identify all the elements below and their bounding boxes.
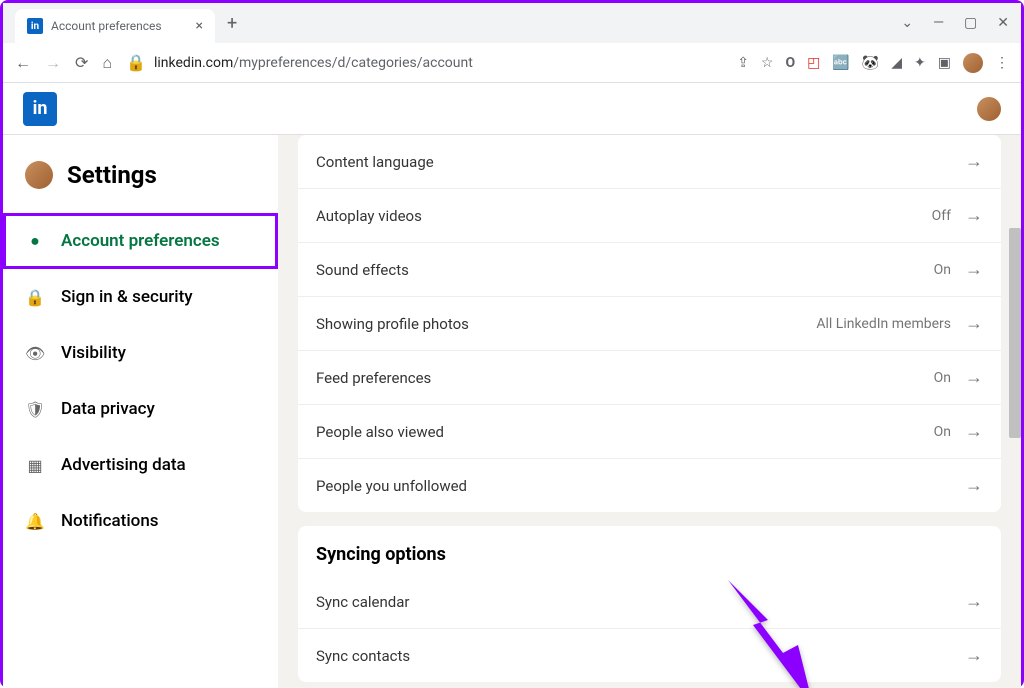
sidebar-item-visibility[interactable]: 👁 Visibility	[3, 325, 278, 381]
linkedin-header: in	[3, 83, 1021, 135]
extension-telegram-icon[interactable]: ◢	[891, 55, 902, 71]
row-value: On	[934, 262, 951, 278]
extension-panda-icon[interactable]: 🐼	[862, 55, 879, 71]
setting-row-content-language[interactable]: Content language →	[298, 135, 1001, 189]
row-label: Feed preferences	[316, 369, 431, 387]
setting-row-feed-preferences[interactable]: Feed preferences On →	[298, 351, 1001, 405]
settings-card: Syncing optionsSync calendar→Sync contac…	[298, 526, 1001, 682]
chevron-right-icon: →	[965, 313, 983, 334]
row-label: Showing profile photos	[316, 315, 469, 333]
row-value: On	[934, 424, 951, 440]
sidebar-icon: 🛡	[25, 400, 45, 419]
sidebar-icon: 👁	[25, 344, 45, 363]
sidebar-icon: ●	[25, 231, 45, 251]
new-tab-button[interactable]: +	[227, 13, 237, 34]
scrollbar[interactable]	[1009, 228, 1021, 438]
close-tab-icon[interactable]: ×	[196, 18, 203, 34]
setting-row-sync-calendar[interactable]: Sync calendar →	[298, 575, 1001, 629]
sidebar-icon: ▦	[25, 456, 45, 475]
minimize-icon[interactable]: —	[933, 15, 944, 31]
section-title: Syncing options	[298, 526, 1001, 575]
setting-row-sync-contacts[interactable]: Sync contacts →	[298, 629, 1001, 682]
browser-tab-bar: in Account preferences × + ⌄ — ▢ ✕	[3, 3, 1021, 43]
row-value: On	[934, 370, 951, 386]
sidebar-item-sign-in-security[interactable]: 🔒 Sign in & security	[3, 269, 278, 325]
back-icon[interactable]: ←	[15, 53, 31, 73]
chevron-right-icon: →	[965, 475, 983, 496]
extension-translate-icon[interactable]: 🔤	[832, 55, 849, 71]
chevron-right-icon: →	[965, 259, 983, 280]
settings-avatar	[25, 161, 53, 189]
row-label: Content language	[316, 153, 434, 171]
sidebar-label: Data privacy	[61, 399, 155, 419]
settings-sidebar: Settings ● Account preferences 🔒 Sign in & …	[3, 135, 278, 688]
sidebar-label: Advertising data	[61, 455, 186, 475]
row-label: Sync contacts	[316, 647, 410, 665]
url-text: linkedin.com/mypreferences/d/categories/…	[154, 55, 473, 71]
sidebar-label: Notifications	[61, 511, 159, 531]
chevron-right-icon: →	[965, 367, 983, 388]
setting-row-people-you-unfollowed[interactable]: People you unfollowed →	[298, 459, 1001, 512]
chevron-down-icon[interactable]: ⌄	[901, 15, 913, 31]
tab-favicon: in	[27, 18, 43, 34]
kebab-menu-icon[interactable]: ⋮	[995, 55, 1009, 71]
settings-card: Content language→Autoplay videosOff→Soun…	[298, 135, 1001, 512]
sidebar-label: Account preferences	[61, 231, 220, 251]
chevron-right-icon: →	[965, 421, 983, 442]
chevron-right-icon: →	[965, 205, 983, 226]
sidebar-label: Sign in & security	[61, 287, 193, 307]
chevron-right-icon: →	[965, 645, 983, 666]
home-icon[interactable]: ⌂	[102, 53, 112, 73]
lock-icon: 🔒	[126, 53, 146, 72]
sidebar-item-data-privacy[interactable]: 🛡 Data privacy	[3, 381, 278, 437]
window-controls: ⌄ — ▢ ✕	[901, 3, 1009, 43]
setting-row-autoplay-videos[interactable]: Autoplay videos Off →	[298, 189, 1001, 243]
sidebar-item-notifications[interactable]: 🔔 Notifications	[3, 493, 278, 549]
address-bar[interactable]: 🔒 linkedin.com/mypreferences/d/categorie…	[126, 53, 723, 72]
reload-icon[interactable]: ⟳	[75, 53, 88, 72]
setting-row-showing-profile-photos[interactable]: Showing profile photos All LinkedIn membe…	[298, 297, 1001, 351]
tab-title: Account preferences	[51, 19, 188, 33]
share-icon[interactable]: ⇪	[737, 55, 749, 71]
close-window-icon[interactable]: ✕	[997, 15, 1009, 31]
browser-toolbar: ← → ⟳ ⌂ 🔒 linkedin.com/mypreferences/d/c…	[3, 43, 1021, 83]
row-label: Autoplay videos	[316, 207, 422, 225]
sidebar-icon: 🔔	[25, 512, 45, 531]
maximize-icon[interactable]: ▢	[964, 15, 977, 31]
settings-title: Settings	[67, 161, 157, 189]
sidebar-item-account-preferences[interactable]: ● Account preferences	[3, 213, 278, 269]
chevron-right-icon: →	[965, 591, 983, 612]
main-layout: Settings ● Account preferences 🔒 Sign in & …	[3, 135, 1021, 688]
setting-row-people-also-viewed[interactable]: People also viewed On →	[298, 405, 1001, 459]
star-icon[interactable]: ☆	[761, 55, 774, 71]
user-avatar[interactable]	[977, 97, 1001, 121]
row-value: Off	[932, 208, 951, 224]
browser-tab[interactable]: in Account preferences ×	[15, 9, 215, 43]
setting-row-sound-effects[interactable]: Sound effects On →	[298, 243, 1001, 297]
extensions-puzzle-icon[interactable]: ✦	[914, 55, 926, 71]
sidebar-icon: 🔒	[25, 288, 45, 307]
row-label: People also viewed	[316, 423, 444, 441]
row-label: People you unfollowed	[316, 477, 467, 495]
row-value: All LinkedIn members	[816, 316, 951, 332]
linkedin-logo[interactable]: in	[23, 92, 57, 126]
extension-icons: ⇪ ☆ O ◰ 🔤 🐼 ◢ ✦ ▣ ⋮	[737, 53, 1009, 73]
settings-content: Content language→Autoplay videosOff→Soun…	[278, 135, 1021, 688]
page-content: in Settings ● Account preferences 🔒 Sign in…	[3, 83, 1021, 688]
sidebar-item-advertising-data[interactable]: ▦ Advertising data	[3, 437, 278, 493]
extension-pocket-icon[interactable]: ◰	[807, 55, 820, 71]
chevron-right-icon: →	[965, 151, 983, 172]
settings-header: Settings	[3, 155, 278, 213]
row-label: Sync calendar	[316, 593, 409, 611]
profile-avatar-icon[interactable]	[963, 53, 983, 73]
row-label: Sound effects	[316, 261, 409, 279]
extension-opera-icon[interactable]: O	[785, 55, 795, 71]
forward-icon[interactable]: →	[45, 53, 61, 73]
sidebar-label: Visibility	[61, 343, 126, 363]
annotation-arrow-icon	[718, 575, 838, 688]
side-panel-icon[interactable]: ▣	[938, 55, 951, 71]
